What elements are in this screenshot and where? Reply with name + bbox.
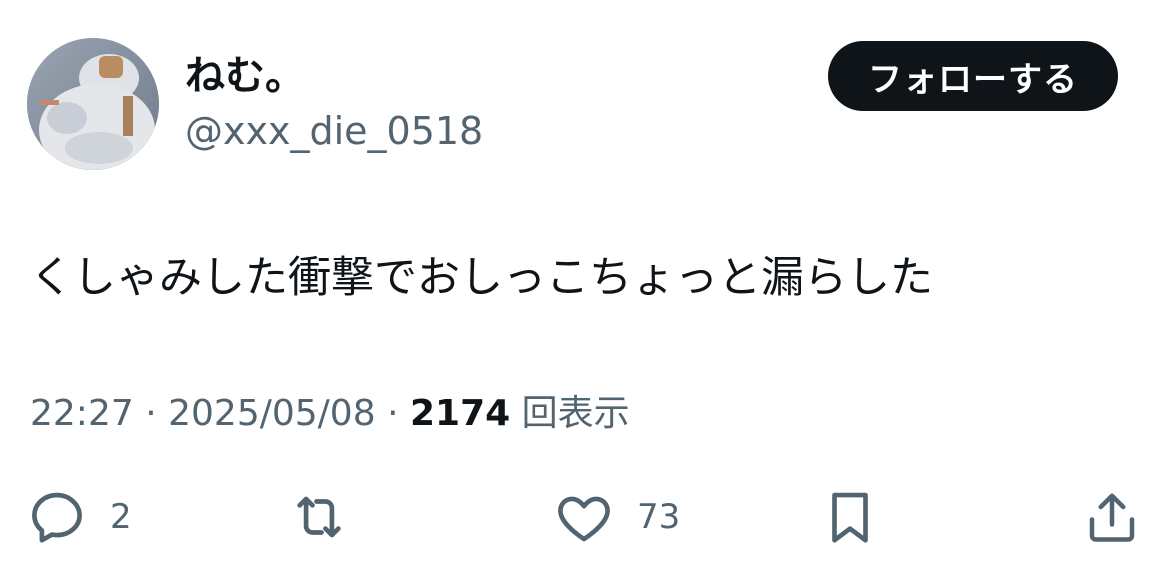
share-upload-icon — [1089, 493, 1135, 542]
tweet-time[interactable]: 22:27 — [30, 393, 134, 434]
bookmark-button[interactable] — [823, 486, 877, 548]
views-count[interactable]: 2174 — [410, 393, 510, 434]
display-name[interactable]: ねむ。 — [185, 52, 305, 100]
views-label: 回表示 — [521, 393, 630, 434]
avatar-image — [27, 38, 159, 170]
tweet-text: くしゃみした衝撃でおしっこちょっと漏らした — [30, 253, 933, 303]
retweet-button[interactable] — [286, 486, 352, 548]
reply-count: 2 — [110, 497, 132, 537]
speech-bubble-icon — [32, 492, 82, 543]
follow-button[interactable]: フォローする — [828, 41, 1118, 111]
user-handle[interactable]: @xxx_die_0518 — [185, 108, 483, 154]
bookmark-icon — [832, 492, 868, 543]
meta-separator: · — [387, 393, 399, 434]
reply-button[interactable]: 2 — [26, 486, 132, 548]
like-button[interactable]: 73 — [553, 486, 680, 548]
retweet-arrows-icon — [297, 496, 341, 538]
avatar[interactable] — [27, 38, 159, 170]
like-count: 73 — [637, 497, 681, 537]
meta-separator: · — [145, 393, 157, 434]
share-button[interactable] — [1082, 486, 1142, 548]
tweet-meta: 22:27 · 2025/05/08 · 2174 回表示 — [30, 391, 630, 437]
heart-icon — [558, 496, 610, 542]
tweet-date[interactable]: 2025/05/08 — [168, 393, 376, 434]
